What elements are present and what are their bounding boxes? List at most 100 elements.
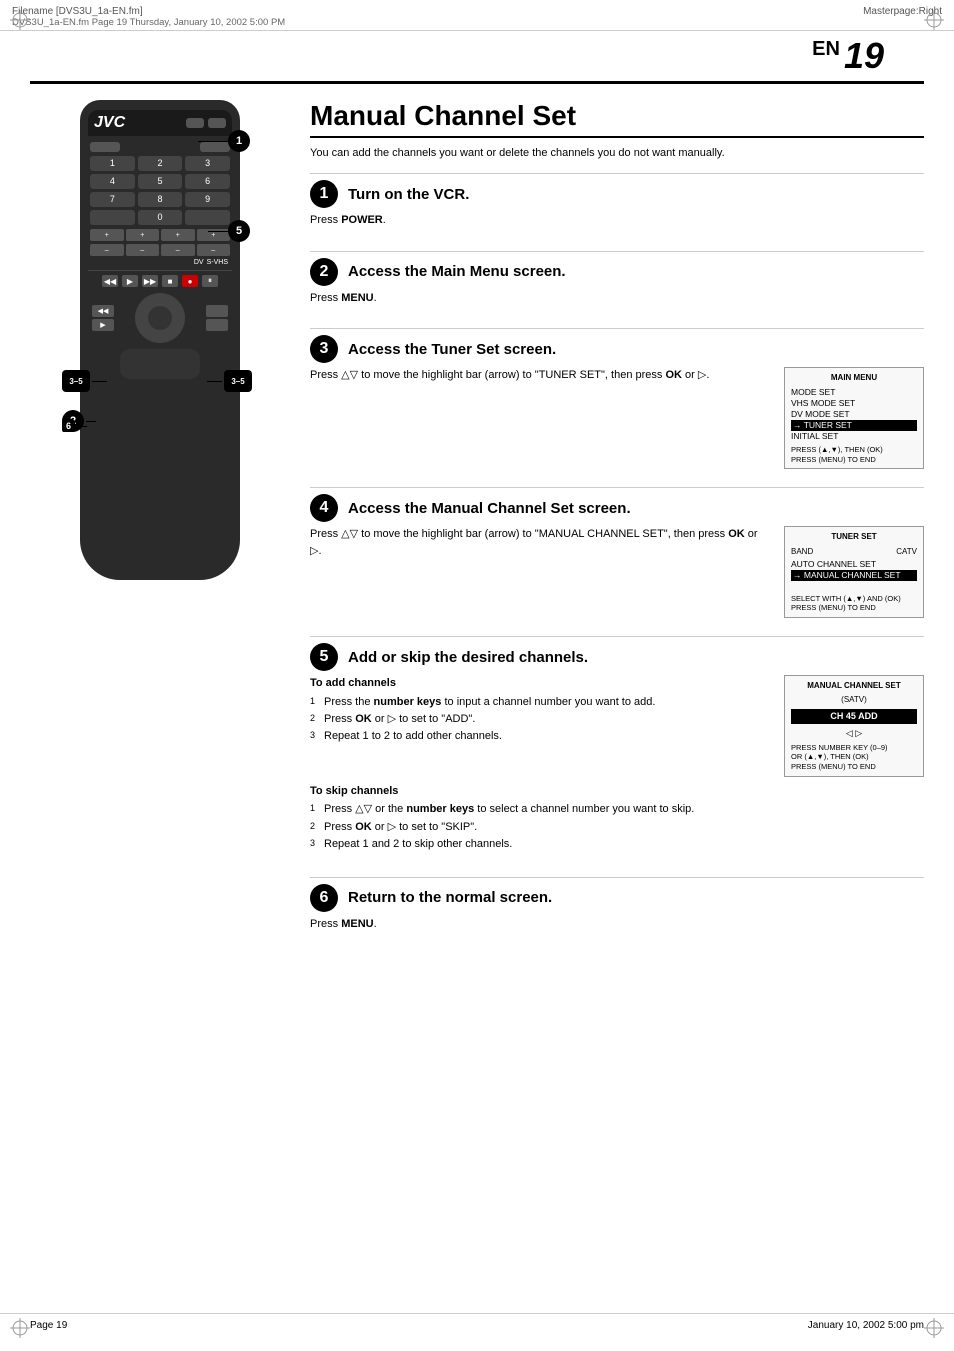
step-6-header: 6 Return to the normal screen. (310, 878, 924, 916)
callout-1: 1 (228, 130, 250, 152)
crosshair-top-right (924, 10, 944, 33)
num-btn-5[interactable]: 5 (138, 174, 183, 189)
ctrl-btn-minus4[interactable]: – (197, 244, 231, 256)
step-2-container: 2 Access the Main Menu screen. Press MEN… (310, 251, 924, 319)
step-3-with-menu: Press △▽ to move the highlight bar (arro… (310, 367, 924, 469)
step-4-container: 4 Access the Manual Channel Set screen. … (310, 487, 924, 626)
ctrl-btn-plus2[interactable]: + (126, 229, 160, 241)
step-3-number: 3 (310, 335, 338, 363)
main-content: 1 5 3–5 2 6 3–5 (0, 84, 954, 970)
menu-4-item-1: AUTO CHANNEL SET (791, 559, 917, 570)
nav-btn-r2[interactable] (206, 319, 228, 331)
step-4-menu-box: TUNER SET BAND CATV AUTO CHANNEL SET → M… (784, 526, 924, 618)
remote-top-btn-2[interactable] (208, 118, 226, 128)
header-left: Filename [DVS3U_1a-EN.fm] DVS3U_1a-EN.fm… (12, 6, 285, 28)
rec-btn[interactable]: ● (182, 275, 198, 287)
ctrl-btn-plus1[interactable]: + (90, 229, 124, 241)
step-3-header: 3 Access the Tuner Set screen. (310, 329, 924, 367)
ctrl-btn-plus3[interactable]: + (161, 229, 195, 241)
filename-label: Filename [DVS3U_1a-EN.fm] (12, 6, 285, 17)
step-5-container: 5 Add or skip the desired channels. To a… (310, 636, 924, 866)
menu-4-instruction: SELECT WITH (▲,▼) AND (OK)PRESS (MENU) T… (791, 584, 917, 613)
step-2-title: Access the Main Menu screen. (348, 263, 566, 280)
step-4-with-menu: Press △▽ to move the highlight bar (arro… (310, 526, 924, 618)
ctrl-btn-minus3[interactable]: – (161, 244, 195, 256)
remote-container: 1 5 3–5 2 6 3–5 (60, 100, 260, 580)
num-btn-6[interactable]: 6 (185, 174, 230, 189)
pause-btn[interactable]: ⏸ (202, 275, 218, 287)
rewind-btn[interactable]: ◀◀ (102, 275, 118, 287)
add-channels-heading: To add channels (310, 675, 764, 692)
play-btn[interactable]: ▶ (122, 275, 138, 287)
step-1-container: 1 Turn on the VCR. Press POWER. (310, 173, 924, 241)
num-btn-3[interactable]: 3 (185, 156, 230, 171)
menu-5-title: MANUAL CHANNEL SET (791, 680, 917, 691)
step-2-body: Press MENU. (310, 290, 924, 319)
band-label: BAND (791, 546, 813, 557)
menu-3-item-4: → TUNER SET (791, 420, 917, 431)
remote-mid-btn-1[interactable] (90, 142, 120, 152)
step-4-header: 4 Access the Manual Channel Set screen. (310, 488, 924, 526)
menu-5-instruction: PRESS NUMBER KEY (0–9)OR (▲,▼), THEN (OK… (791, 743, 917, 772)
jvc-logo: JVC (94, 114, 125, 132)
nav-right-btns (206, 305, 228, 331)
ctrl-row-2: – – – – (90, 244, 230, 256)
step-4-title: Access the Manual Channel Set screen. (348, 500, 631, 517)
satv-label: (SATV) (791, 694, 917, 705)
crosshair-bottom-left (10, 1318, 30, 1341)
num-btn-0[interactable]: 0 (138, 210, 183, 225)
menu-3-item-2: VHS MODE SET (791, 398, 917, 409)
menu-4-title: TUNER SET (791, 531, 917, 542)
nav-circle[interactable] (135, 293, 185, 343)
en-label: EN (812, 38, 840, 60)
nav-btn-r1[interactable] (206, 305, 228, 317)
step-1-header: 1 Turn on the VCR. (310, 174, 924, 212)
remote-separator-1 (88, 270, 232, 271)
left-column: 1 5 3–5 2 6 3–5 (30, 100, 290, 954)
page-header: Filename [DVS3U_1a-EN.fm] DVS3U_1a-EN.fm… (0, 0, 954, 31)
num-btn-9[interactable]: 9 (185, 192, 230, 207)
step-5-body: To add channels 1Press the number keys t… (310, 675, 924, 866)
callout-3-5-left: 3–5 (62, 370, 90, 392)
step-4-body: Press △▽ to move the highlight bar (arro… (310, 526, 924, 626)
num-btn-8[interactable]: 8 (138, 192, 183, 207)
catv-label: CATV (896, 546, 917, 557)
num-btn-2[interactable]: 2 (138, 156, 183, 171)
ctrl-btn-minus2[interactable]: – (126, 244, 160, 256)
step-5-header: 5 Add or skip the desired channels. (310, 637, 924, 675)
menu-3-item-1: MODE SET (791, 387, 917, 398)
scroll-wheel[interactable] (120, 349, 200, 379)
callout-3-5-right: 3–5 (224, 370, 252, 392)
arrows-line: ◁ ▷ (791, 727, 917, 740)
step-3-menu-box: MAIN MENU MODE SET VHS MODE SET DV MODE … (784, 367, 924, 469)
add-step-2: 2Press OK or ▷ to set to "ADD". (310, 712, 764, 727)
step-5-text: To add channels 1Press the number keys t… (310, 675, 764, 751)
ctrl-btn-minus1[interactable]: – (90, 244, 124, 256)
ffwd-btn[interactable]: ▶▶ (142, 275, 158, 287)
menu-4-item-2: → MANUAL CHANNEL SET (791, 570, 917, 581)
num-btn-1[interactable]: 1 (90, 156, 135, 171)
stop-btn[interactable]: ■ (162, 275, 178, 287)
intro-text: You can add the channels you want or del… (310, 146, 924, 161)
remote-transport: ◀◀ ▶ ▶▶ ■ ● ⏸ (88, 275, 232, 287)
step-5-number: 5 (310, 643, 338, 671)
remote-body: JVC 1 2 3 4 5 (80, 100, 240, 580)
page-number: 19 (844, 35, 884, 76)
skip-step-1: 1Press △▽ or the number keys to select a… (310, 802, 924, 817)
num-btn-7[interactable]: 7 (90, 192, 135, 207)
dv-label: DV (194, 259, 204, 266)
page-title: Manual Channel Set (310, 100, 924, 138)
callout-5: 5 (228, 220, 250, 242)
add-channels-list: 1Press the number keys to input a channe… (310, 695, 764, 745)
num-btn-4[interactable]: 4 (90, 174, 135, 189)
skip-channels-list: 1Press △▽ or the number keys to select a… (310, 802, 924, 852)
step-5-skip-section: To skip channels 1Press △▽ or the number… (310, 783, 924, 853)
nav-btn-l1[interactable]: ◀◀ (92, 305, 114, 317)
skip-step-2: 2Press OK or ▷ to set to "SKIP". (310, 820, 924, 835)
menu-3-item-5: INITIAL SET (791, 431, 917, 442)
skip-step-3: 3Repeat 1 and 2 to skip other channels. (310, 837, 924, 852)
nav-btn-l2[interactable]: ▶ (92, 319, 114, 331)
remote-top-btn-1[interactable] (186, 118, 204, 128)
step-3-body: Press △▽ to move the highlight bar (arro… (310, 367, 924, 477)
nav-inner (148, 306, 172, 330)
